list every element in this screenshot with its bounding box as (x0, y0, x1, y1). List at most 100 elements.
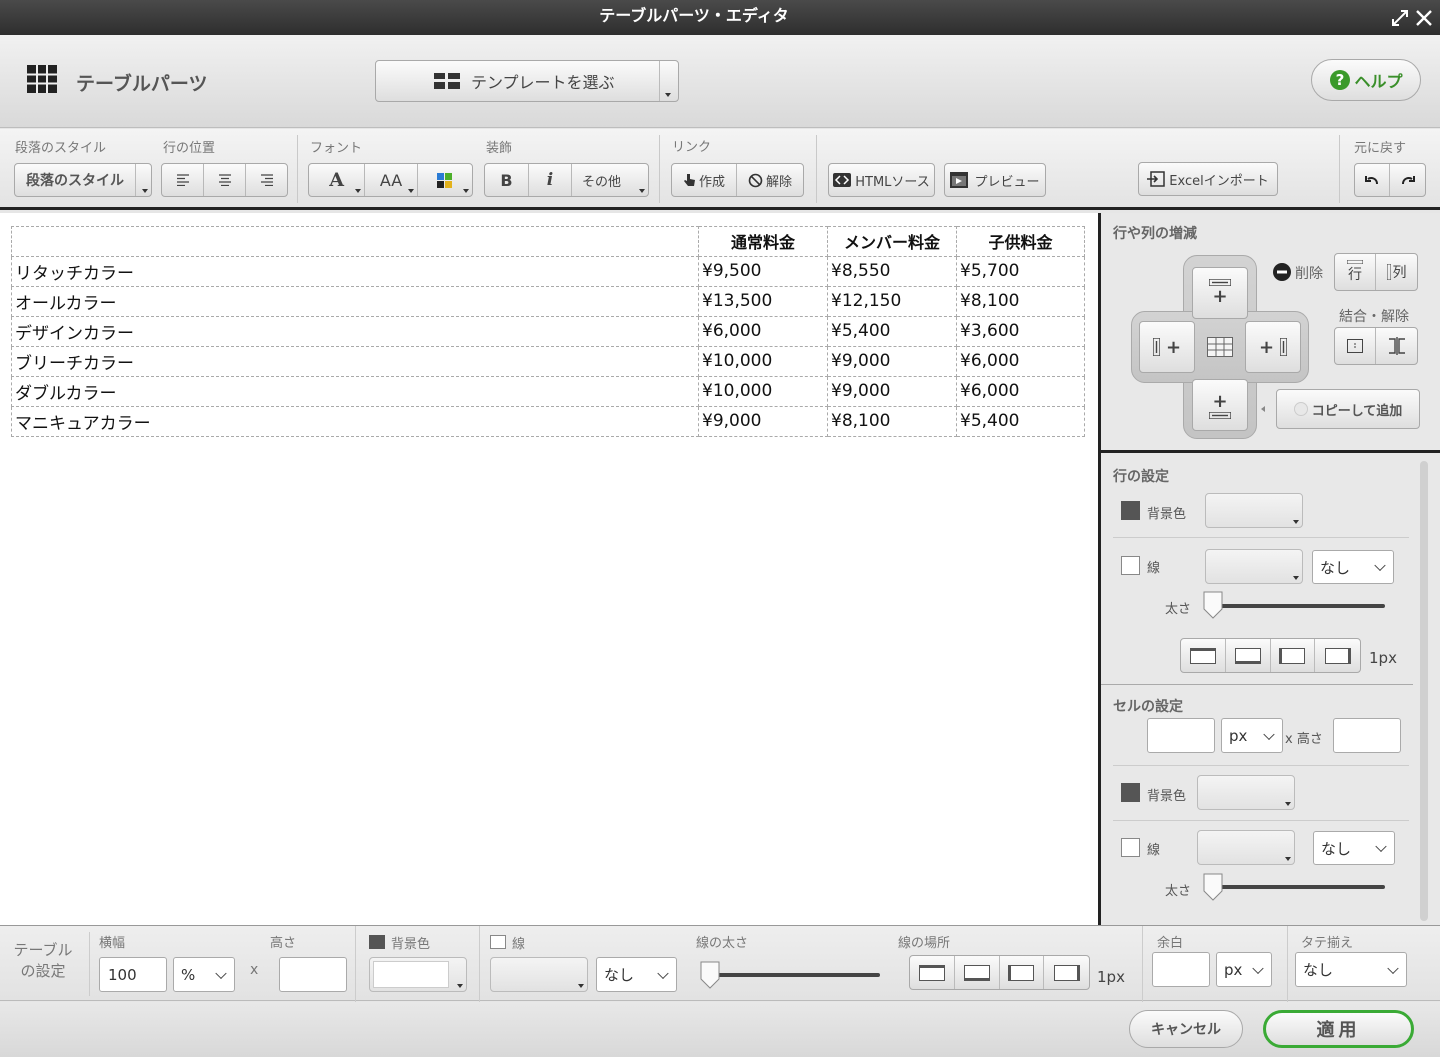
italic-button[interactable]: i (529, 164, 572, 196)
border-right-button[interactable] (1044, 956, 1089, 989)
table-header-cell[interactable]: 通常料金 (698, 226, 828, 257)
table-border-style-select[interactable]: なし (596, 957, 677, 992)
merge-cells-button[interactable] (1335, 328, 1377, 364)
copy-add-button[interactable]: コピーして追加 (1276, 389, 1420, 429)
table-cell[interactable]: ¥6,000 (956, 345, 1085, 377)
table-cell[interactable]: ¥5,400 (956, 405, 1085, 437)
split-cells-button[interactable] (1376, 328, 1417, 364)
align-center-button[interactable] (204, 164, 246, 196)
table-width-input[interactable]: 100 (99, 957, 167, 992)
cell-bg-color-picker[interactable] (1197, 775, 1295, 810)
apply-button[interactable]: 適用 (1263, 1010, 1414, 1048)
border-bottom-button[interactable] (1226, 639, 1271, 672)
text-color-button[interactable] (418, 164, 472, 196)
slider-handle[interactable] (1202, 873, 1224, 901)
table-cell[interactable]: デザインカラー (11, 315, 699, 347)
table-cell[interactable]: マニキュアカラー (11, 405, 699, 437)
cell-border-color-picker[interactable] (1197, 830, 1295, 865)
slider-handle[interactable] (1202, 591, 1224, 619)
other-decoration-button[interactable]: その他 (572, 164, 648, 196)
table-cell[interactable]: ¥10,000 (698, 375, 828, 407)
add-col-right-button[interactable]: + (1245, 321, 1301, 373)
paragraph-style-button[interactable]: 段落のスタイル (14, 163, 152, 197)
cancel-button[interactable]: キャンセル (1129, 1010, 1243, 1048)
font-family-button[interactable]: A (309, 164, 366, 196)
html-source-button[interactable]: HTMLソース (828, 163, 935, 197)
preview-button[interactable]: プレビュー (944, 163, 1046, 197)
row-settings-title: 行の設定 (1113, 469, 1169, 485)
table-cell[interactable]: ¥12,150 (827, 285, 957, 317)
cell-height-input[interactable] (1333, 718, 1401, 753)
table-cell[interactable]: オールカラー (11, 285, 699, 317)
delete-row-button[interactable]: 行 (1335, 254, 1377, 290)
chevron-down-icon (1375, 840, 1387, 853)
border-left-icon (1279, 647, 1306, 664)
align-left-button[interactable] (162, 164, 204, 196)
valign-select[interactable]: なし (1295, 952, 1407, 987)
font-size-button[interactable]: AA (365, 164, 418, 196)
add-row-below-button[interactable]: + (1192, 379, 1248, 431)
add-row-above-button[interactable]: + (1192, 267, 1248, 319)
border-right-button[interactable] (1315, 639, 1360, 672)
bold-button[interactable]: B (485, 164, 529, 196)
template-select-button[interactable]: テンプレートを選ぶ (375, 60, 679, 102)
border-left-button[interactable] (1000, 956, 1045, 989)
table-cell[interactable]: ブリーチカラー (11, 345, 699, 377)
border-all-button[interactable] (1181, 639, 1226, 672)
row-thickness-slider[interactable] (1205, 604, 1385, 608)
slider-handle[interactable] (699, 961, 721, 989)
table-cell[interactable]: ¥8,100 (956, 285, 1085, 317)
close-icon[interactable] (1414, 8, 1434, 28)
table-height-input[interactable] (279, 957, 347, 992)
table-border-checkbox[interactable] (490, 935, 506, 949)
table-border-color-picker[interactable] (490, 957, 588, 992)
table-cell[interactable]: ¥6,000 (698, 315, 828, 347)
border-all-button[interactable] (910, 956, 955, 989)
help-button[interactable]: ? ヘルプ (1311, 59, 1421, 101)
margin-input[interactable] (1152, 952, 1210, 987)
cell-width-unit-select[interactable]: px (1221, 718, 1283, 753)
cell-border-checkbox[interactable] (1121, 838, 1140, 857)
cell-thickness-slider[interactable] (1205, 885, 1385, 889)
add-col-left-button[interactable]: + (1139, 321, 1195, 373)
border-left-button[interactable] (1271, 639, 1316, 672)
expand-icon[interactable] (1390, 8, 1410, 28)
row-border-checkbox[interactable] (1121, 556, 1140, 575)
margin-unit-select[interactable]: px (1216, 952, 1272, 987)
side-panel-scrollbar[interactable] (1420, 461, 1428, 921)
table-cell[interactable]: ¥3,600 (956, 315, 1085, 347)
table-cell[interactable]: ¥9,000 (698, 405, 828, 437)
align-right-button[interactable] (246, 164, 287, 196)
redo-button[interactable] (1390, 164, 1425, 196)
table-header-cell[interactable]: メンバー料金 (827, 226, 957, 257)
table-cell[interactable]: ¥10,000 (698, 345, 828, 377)
table-width-unit-select[interactable]: % (173, 957, 235, 992)
table-cell[interactable]: ¥8,550 (827, 255, 957, 287)
table-cell[interactable]: ¥5,400 (827, 315, 957, 347)
table-header-cell[interactable]: 子供料金 (956, 226, 1085, 257)
row-border-style-select[interactable]: なし (1312, 550, 1394, 584)
table-cell[interactable]: ダブルカラー (11, 375, 699, 407)
table-cell[interactable]: ¥9,000 (827, 345, 957, 377)
table-cell[interactable]: ¥8,100 (827, 405, 957, 437)
excel-import-button[interactable]: Excelインポート (1138, 162, 1278, 196)
table-cell[interactable]: ¥9,500 (698, 255, 828, 287)
row-bg-color-picker[interactable] (1205, 493, 1303, 528)
undo-button[interactable] (1355, 164, 1391, 196)
table-cell[interactable]: ¥13,500 (698, 285, 828, 317)
table-thickness-slider[interactable] (702, 973, 880, 977)
table-header-cell[interactable] (11, 226, 699, 257)
border-bottom-button[interactable] (955, 956, 1000, 989)
table-bg-color-picker[interactable] (369, 957, 467, 992)
price-table[interactable]: 通常料金 メンバー料金 子供料金 リタッチカラー ¥9,500 ¥8,550 ¥5,7… (11, 226, 1085, 437)
cell-border-style-select[interactable]: なし (1313, 831, 1395, 865)
delete-col-button[interactable]: 列 (1376, 254, 1417, 290)
table-cell[interactable]: ¥9,000 (827, 375, 957, 407)
link-create-button[interactable]: 作成 (672, 164, 738, 196)
table-cell[interactable]: ¥6,000 (956, 375, 1085, 407)
link-remove-button[interactable]: 解除 (737, 164, 803, 196)
cell-width-input[interactable] (1147, 718, 1215, 753)
table-cell[interactable]: リタッチカラー (11, 255, 699, 287)
row-border-color-picker[interactable] (1205, 549, 1303, 584)
table-cell[interactable]: ¥5,700 (956, 255, 1085, 287)
